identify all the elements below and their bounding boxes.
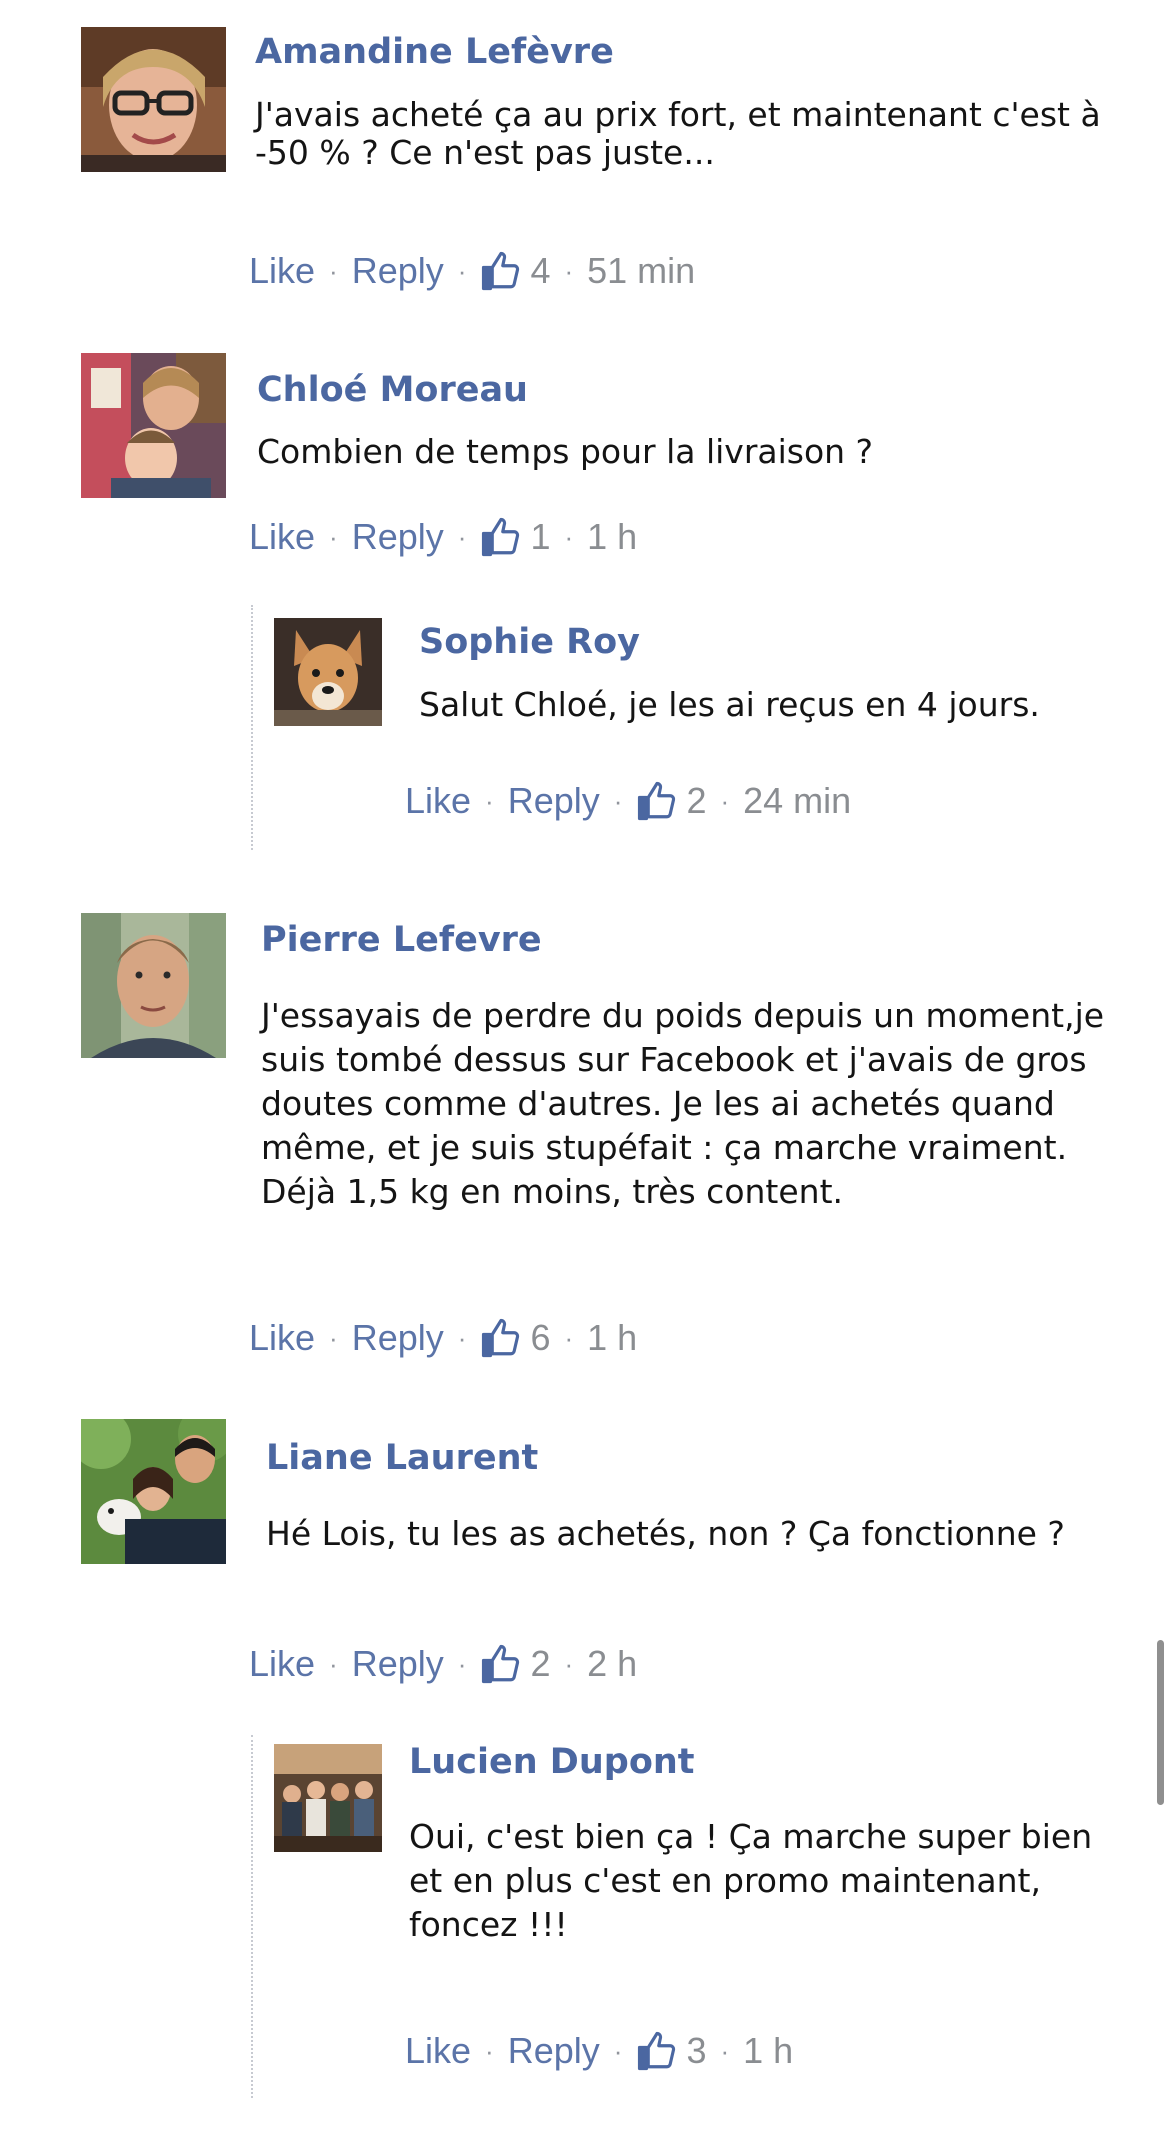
separator-dot: ·: [564, 256, 574, 286]
like-count: 3: [686, 2030, 707, 2071]
avatar[interactable]: [81, 913, 226, 1058]
avatar[interactable]: [81, 1419, 226, 1564]
separator-dot: ·: [720, 2036, 730, 2066]
reply-button[interactable]: Reply: [508, 779, 600, 823]
like-button[interactable]: Like: [249, 249, 315, 293]
separator-dot: ·: [457, 522, 467, 552]
comment-author[interactable]: Pierre Lefevre: [261, 923, 542, 958]
thumbs-up-icon[interactable]: [480, 516, 522, 558]
avatar-photo-icon: [81, 1419, 226, 1564]
separator-dot: ·: [329, 256, 338, 286]
avatar[interactable]: [81, 27, 226, 172]
comment-text: J'essayais de perdre du poids depuis un …: [261, 996, 1105, 1211]
timestamp[interactable]: 1 h: [587, 1316, 637, 1360]
reply-button[interactable]: Reply: [352, 515, 444, 559]
like-button[interactable]: Like: [405, 779, 471, 823]
comment-author[interactable]: Sophie Roy: [419, 625, 640, 660]
reply-thread-line: [251, 1735, 253, 2098]
reply-button[interactable]: Reply: [352, 1316, 444, 1360]
avatar-photo-icon: [81, 353, 226, 498]
like-count: 6: [530, 1317, 551, 1358]
reply-button[interactable]: Reply: [508, 2029, 600, 2073]
separator-dot: ·: [457, 256, 467, 286]
separator-dot: ·: [329, 1649, 338, 1679]
comment-text: Hé Lois, tu les as achetés, non ? Ça fon…: [266, 1514, 1065, 1553]
like-count: 2: [530, 1643, 551, 1684]
like-button[interactable]: Like: [405, 2029, 471, 2073]
separator-dot: ·: [613, 786, 623, 816]
comment-actions: Like · Reply · 6 · 1 h: [249, 1316, 637, 1360]
comment-text: Salut Chloé, je les ai reçus en 4 jours.: [419, 685, 1040, 724]
like-button[interactable]: Like: [249, 515, 315, 559]
separator-dot: ·: [329, 1323, 338, 1353]
comment-actions: Like · Reply · 3 · 1 h: [405, 2029, 793, 2073]
like-count: 1: [530, 516, 551, 557]
separator-dot: ·: [457, 1323, 467, 1353]
comment-author[interactable]: Liane Laurent: [266, 1441, 538, 1476]
timestamp[interactable]: 24 min: [743, 779, 851, 823]
comment-actions: Like · Reply · 1 · 1 h: [249, 515, 637, 559]
timestamp[interactable]: 1 h: [743, 2029, 793, 2073]
separator-dot: ·: [613, 2036, 623, 2066]
separator-dot: ·: [720, 786, 730, 816]
comment-actions: Like · Reply · 2 · 2 h: [249, 1642, 637, 1686]
thumbs-up-icon[interactable]: [636, 780, 678, 822]
timestamp[interactable]: 1 h: [587, 515, 637, 559]
separator-dot: ·: [485, 2036, 494, 2066]
like-button[interactable]: Like: [249, 1316, 315, 1360]
comment-text: J'avais acheté ça au prix fort, et maint…: [255, 95, 1101, 172]
thumbs-up-icon[interactable]: [480, 1643, 522, 1685]
thumbs-up-icon[interactable]: [480, 1317, 522, 1359]
separator-dot: ·: [564, 522, 574, 552]
avatar[interactable]: [274, 1744, 382, 1852]
timestamp[interactable]: 2 h: [587, 1642, 637, 1686]
comment-actions: Like · Reply · 2 · 24 min: [405, 779, 851, 823]
thumbs-up-icon[interactable]: [636, 2030, 678, 2072]
reply-button[interactable]: Reply: [352, 1642, 444, 1686]
avatar[interactable]: [81, 353, 226, 498]
comment-author[interactable]: Amandine Lefèvre: [255, 35, 614, 70]
separator-dot: ·: [564, 1649, 574, 1679]
avatar-photo-icon: [81, 913, 226, 1058]
separator-dot: ·: [329, 522, 338, 552]
reply-button[interactable]: Reply: [352, 249, 444, 293]
avatar-photo-icon: [81, 27, 226, 172]
comment-actions: Like · Reply · 4 · 51 min: [249, 249, 695, 293]
separator-dot: ·: [564, 1323, 574, 1353]
comment-text: Oui, c'est bien ça ! Ça marche super bie…: [409, 1817, 1093, 1944]
comment-author[interactable]: Chloé Moreau: [257, 373, 528, 408]
avatar[interactable]: [274, 618, 382, 726]
avatar-photo-icon: [274, 618, 382, 726]
comment-text: Combien de temps pour la livraison ?: [257, 432, 874, 471]
separator-dot: ·: [485, 786, 494, 816]
thumbs-up-icon[interactable]: [480, 250, 522, 292]
avatar-photo-icon: [274, 1744, 382, 1852]
scrollbar-thumb[interactable]: [1157, 1640, 1164, 1805]
like-count: 2: [686, 780, 707, 821]
reply-thread-line: [251, 605, 253, 850]
separator-dot: ·: [457, 1649, 467, 1679]
timestamp[interactable]: 51 min: [587, 249, 695, 293]
comment-author[interactable]: Lucien Dupont: [409, 1745, 695, 1780]
like-count: 4: [530, 250, 551, 291]
like-button[interactable]: Like: [249, 1642, 315, 1686]
